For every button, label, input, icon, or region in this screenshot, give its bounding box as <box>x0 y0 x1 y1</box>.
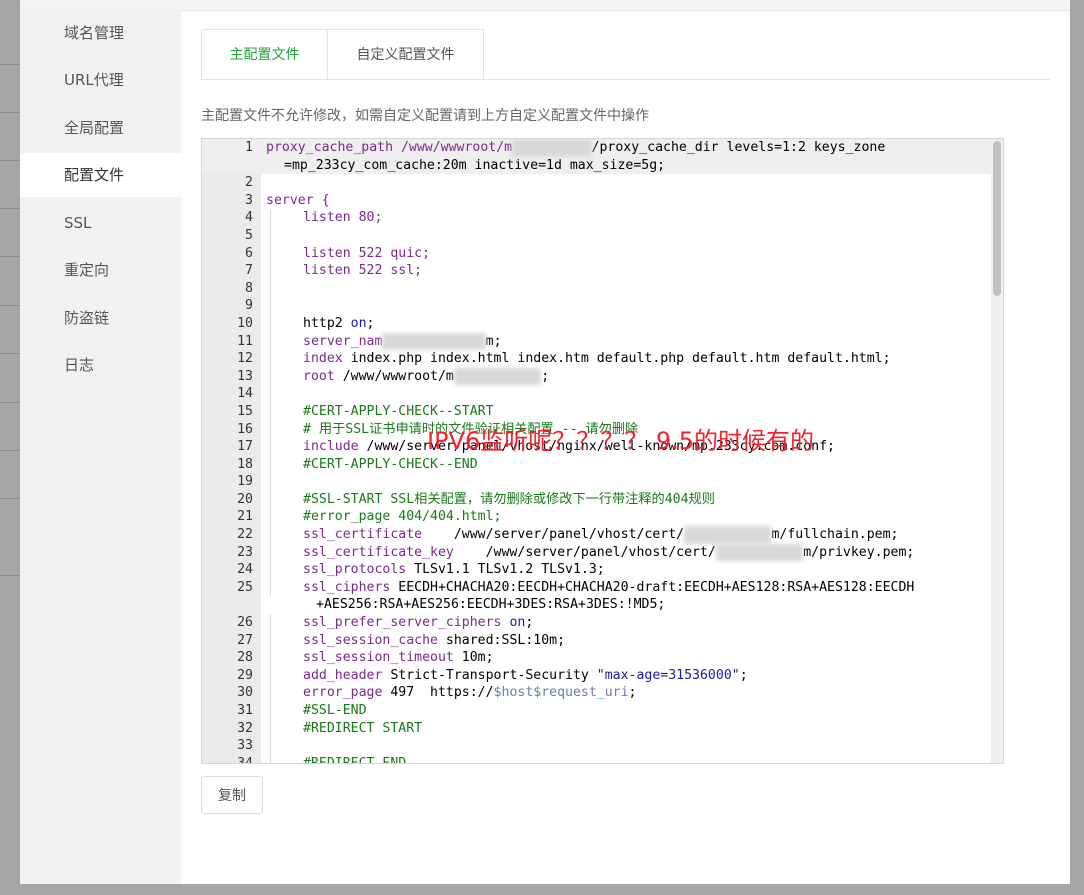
code-line: 22 ssl_certificate /www/server/panel/vhos… <box>237 526 899 544</box>
code-line: 21 #error_page 404/404.html; <box>237 508 502 527</box>
backdrop-right <box>1070 0 1084 895</box>
code-line: 32 #REDIRECT START <box>237 719 423 738</box>
code-line: 6 listen 522 quic; <box>245 244 431 263</box>
tab-main-config[interactable]: 主配置文件 <box>201 29 328 79</box>
code-line: 27 ssl_session_cache shared:SSL:10m; <box>237 631 566 650</box>
code-line: 29 add_header Strict-Transport-Security "… <box>237 666 748 685</box>
code-line: 31 #SSL-END <box>237 702 367 720</box>
sidebar-item-global-config[interactable]: 全局配置 <box>20 106 181 150</box>
sidebar-item-hotlink-protection[interactable]: 防盗链 <box>20 296 181 340</box>
copy-button[interactable]: 复制 <box>201 776 263 814</box>
code-line: 4 listen 80; <box>245 209 383 227</box>
config-code-editor[interactable]: 1proxy_cache_path /www/wwwroot/mxxxxxxx.… <box>201 138 1004 764</box>
redacted-text: e mp.233cy.co <box>382 332 486 351</box>
editor-scrollbar[interactable] <box>991 139 1003 763</box>
sidebar-item-url-proxy[interactable]: URL代理 <box>20 58 181 102</box>
code-line: 9 <box>202 297 991 315</box>
code-line: 5 <box>202 226 991 245</box>
sidebar-item-redirect[interactable]: 重定向 <box>20 248 181 292</box>
code-line: 18 #CERT-APPLY-CHECK--END <box>237 455 478 474</box>
config-tabs: 主配置文件 自定义配置文件 <box>201 29 1050 80</box>
site-settings-dialog: 域名管理 URL代理 全局配置 配置文件 SSL 重定向 防盗链 日志 主配置文… <box>20 0 1070 884</box>
code-line: 20 #SSL-START SSL相关配置，请勿删除或修改下一行带注释的404规则 <box>237 490 715 509</box>
redacted-text: mp.233cy.co <box>715 543 804 562</box>
code-line: 26 ssl_prefer_server_ciphers on; <box>237 614 534 632</box>
tab-custom-config[interactable]: 自定义配置文件 <box>327 29 484 79</box>
code-line: 33 <box>202 737 991 755</box>
code-line: 7 listen 522 ssl; <box>245 262 423 280</box>
redacted-text: xxxxxxx.co <box>512 139 592 157</box>
redacted-text: mp.233cy.co <box>684 526 772 544</box>
code-line: 14 <box>202 385 991 403</box>
sidebar-item-ssl[interactable]: SSL <box>20 201 181 245</box>
code-line: 19 <box>202 473 991 491</box>
code-line: 1proxy_cache_path /www/wwwroot/mxxxxxxx.… <box>202 139 991 175</box>
code-line: 25 ssl_ciphers EECDH+CHACHA20:EECDH+CHACH… <box>237 578 915 613</box>
code-line: 11server_name mp.233cy.com; <box>237 332 502 351</box>
code-line: 30 error_page 497 https://$host$request_u… <box>237 684 637 702</box>
code-line: 15 #CERT-APPLY-CHECK--START <box>237 402 494 421</box>
code-line: 13root /www/wwwroot/mp.233cy.com; <box>237 367 550 386</box>
settings-sidebar: 域名管理 URL代理 全局配置 配置文件 SSL 重定向 防盗链 日志 <box>20 10 181 884</box>
scrollbar-thumb[interactable] <box>993 141 1001 296</box>
sidebar-item-domain[interactable]: 域名管理 <box>20 11 181 55</box>
code-line: 10 http2 on; <box>237 314 375 333</box>
main-panel: 主配置文件 自定义配置文件 主配置文件不允许修改，如需自定义配置请到上方自定义配… <box>181 10 1070 884</box>
code-line: 24 ssl_protocols TLSv1.1 TLSv1.2 TLSv1.3; <box>237 561 605 579</box>
code-line: 12 index index.php index.html index.htm d… <box>237 350 891 368</box>
redacted-text: p.233cy.com <box>453 367 542 386</box>
sidebar-item-config-file[interactable]: 配置文件 <box>20 153 181 197</box>
code-line: 2 <box>245 175 253 191</box>
code-line: 3 server { <box>245 192 330 208</box>
code-line: 28 ssl_session_timeout 10m; <box>237 649 494 667</box>
code-line: 23 ssl_certificate_key /www/server/panel/… <box>237 543 915 562</box>
code-line: 34 #REDIRECT END <box>202 754 991 763</box>
sidebar-item-logs[interactable]: 日志 <box>20 343 181 387</box>
readonly-notice: 主配置文件不允许修改，如需自定义配置请到上方自定义配置文件中操作 <box>201 108 649 124</box>
code-line: 8 <box>202 279 991 298</box>
annotation-text: IPV6监听呢？？？？ 9.5的时候有的 <box>427 427 815 455</box>
